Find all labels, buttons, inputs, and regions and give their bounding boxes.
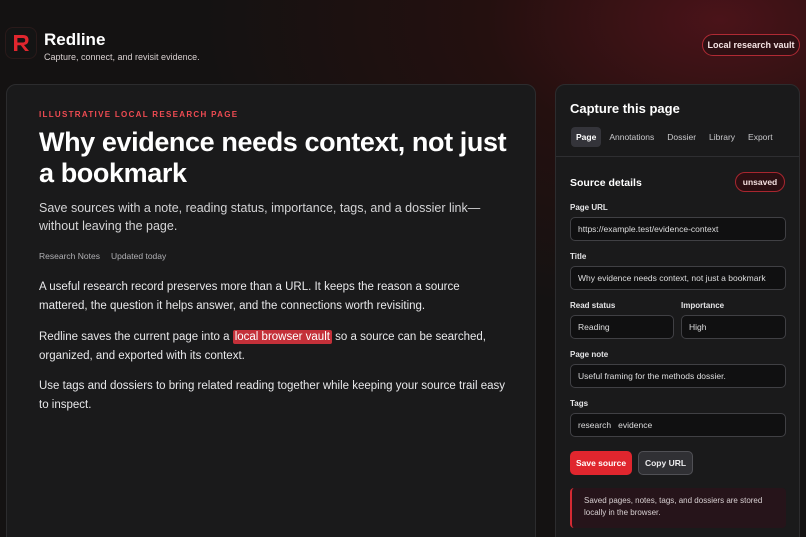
tab-dossier[interactable]: Dossier (662, 127, 701, 147)
highlighted-text[interactable]: local browser vault (232, 330, 332, 344)
article-paragraph-1: A useful research record preserves more … (39, 281, 460, 312)
importance-select[interactable]: High (681, 315, 786, 339)
article-subtitle: Save sources with a note, reading status… (39, 201, 481, 233)
app-header: Redline Capture, connect, and revisit ev… (0, 0, 806, 84)
section-title: Source details (570, 177, 642, 189)
status-badge: unsaved (735, 172, 785, 192)
article-paragraph-3: Use tags and dossiers to bring related r… (39, 380, 506, 411)
tags-field[interactable]: research evidence (570, 413, 786, 437)
article-meta: Research Notes Updated today (39, 251, 166, 261)
article-eyebrow: ILLUSTRATIVE LOCAL RESEARCH PAGE (39, 110, 239, 119)
read-status-select[interactable]: Reading (570, 315, 674, 339)
article-card: ILLUSTRATIVE LOCAL RESEARCH PAGE Why evi… (6, 84, 536, 537)
title-field[interactable]: Why evidence needs context, not just a b… (570, 266, 786, 290)
paragraph-text: Redline saves the current page into a (39, 331, 233, 343)
tab-annotations[interactable]: Annotations (604, 127, 659, 147)
tab-export[interactable]: Export (743, 127, 778, 147)
capture-panel: Capture this page Page Annotations Dossi… (555, 84, 800, 537)
copy-url-button[interactable]: Copy URL (638, 451, 693, 475)
url-field[interactable]: https://example.test/evidence-context (570, 217, 786, 241)
article-paragraph-2: Redline saves the current page into a lo… (39, 328, 509, 366)
save-source-button[interactable]: Save source (570, 451, 632, 475)
brand-tagline: Capture, connect, and revisit evidence. (44, 52, 200, 62)
page-note-label: Page note (570, 350, 609, 359)
storage-notice: Saved pages, notes, tags, and dossiers a… (570, 488, 786, 528)
page-note-field[interactable]: Useful framing for the methods dossier. (570, 364, 786, 388)
meta-updated: Updated today (110, 251, 167, 261)
local-vault-button[interactable]: Local research vault (702, 34, 800, 56)
article-title: Why evidence needs context, not just a b… (39, 127, 507, 188)
tab-page[interactable]: Page (571, 127, 602, 147)
title-label: Title (570, 252, 587, 261)
read-status-label: Read status (570, 301, 616, 310)
panel-tabs: Page Annotations Dossier Library Export (571, 127, 778, 147)
meta-category: Research Notes (39, 251, 100, 261)
importance-label: Importance (681, 301, 725, 310)
brand-name: Redline (44, 30, 106, 49)
panel-divider (556, 156, 799, 157)
url-label: Page URL (570, 203, 608, 212)
tags-label: Tags (570, 399, 589, 408)
tab-library[interactable]: Library (704, 127, 740, 147)
redline-r-logo-icon (6, 28, 36, 58)
panel-title: Capture this page (570, 101, 680, 116)
